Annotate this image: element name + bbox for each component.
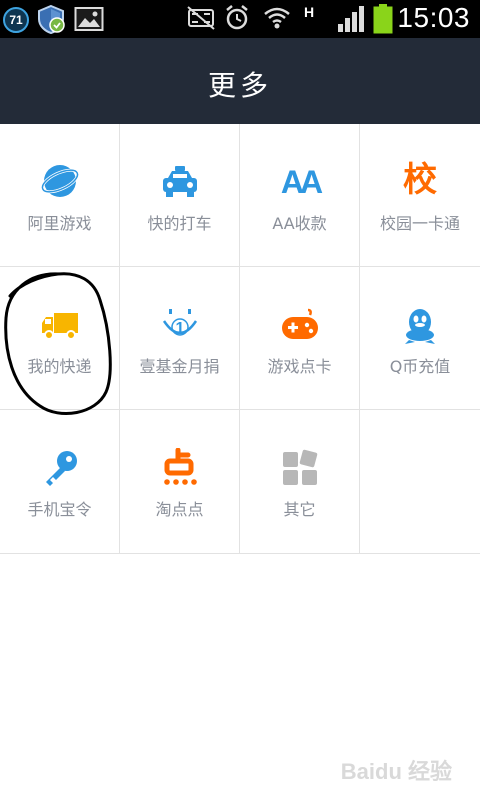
grid-item-label: 校园一卡通 [379,214,460,233]
grid-item-game-card[interactable]: 游戏点卡 [240,267,360,410]
clock-time: 15:03 [397,2,470,33]
aa-icon: AA [280,164,323,200]
grid-item-label: 壹基金月捐 [139,357,220,376]
title-bar: 更多 [0,38,480,124]
grid-item-label: 手机宝令 [27,500,92,519]
grid-item-label: AA收款 [272,214,327,233]
signal-strength-icon [336,4,368,38]
mute-icon [186,4,216,36]
grid-item-campus-card[interactable]: 校 校园一卡通 [360,124,480,267]
grid-item-empty [360,410,480,553]
key-icon [40,448,80,488]
grid-item-phone-token[interactable]: 手机宝令 [0,410,120,553]
grid-item-taodiandian[interactable]: 淘点点 [120,410,240,553]
gamepad-icon [280,305,320,345]
grid-item-one-foundation[interactable]: 1 壹基金月捐 [120,267,240,410]
qq-penguin-icon [400,305,440,345]
delivery-truck-icon [40,305,80,345]
alarm-clock-icon [224,4,250,36]
grid-item-aa-payment[interactable]: AA AA收款 [240,124,360,267]
grid-item-label: 阿里游戏 [27,214,92,233]
ali-games-icon [40,162,80,202]
grid-item-label: 淘点点 [155,500,204,519]
image-icon [74,6,104,36]
grid-item-taxi[interactable]: 快的打车 [120,124,240,267]
taodiandian-icon [160,447,200,488]
one-foundation-icon: 1 [160,305,200,345]
baidu-watermark: Baidu 经验 [340,759,452,784]
status-bar: 71 H 15:03 [0,0,480,38]
battery-icon [372,4,394,38]
shield-icon [36,4,66,38]
grid-item-label: 游戏点卡 [267,357,332,376]
other-apps-icon [280,448,320,488]
grid-item-q-coin[interactable]: Q币充值 [360,267,480,410]
grid-item-label: 我的快递 [27,357,92,376]
grid-item-label: Q币充值 [389,357,451,376]
taxi-icon [160,162,200,202]
grid-item-my-delivery[interactable]: 我的快递 [0,267,120,410]
campus-card-icon: 校 [403,160,437,200]
grid-item-ali-games[interactable]: 阿里游戏 [0,124,120,267]
grid-item-other[interactable]: 其它 [240,410,360,553]
network-type-label: H [304,4,315,20]
grid-item-label: 其它 [283,500,316,519]
page-title: 更多 [207,69,272,102]
services-grid: 阿里游戏 快的打车 AA AA收款 校 校园一卡通 我的快递 1 壹基金月捐 游… [0,124,480,554]
wifi-icon [262,4,292,36]
notification-count-badge: 71 [3,7,29,33]
grid-item-label: 快的打车 [147,214,212,233]
